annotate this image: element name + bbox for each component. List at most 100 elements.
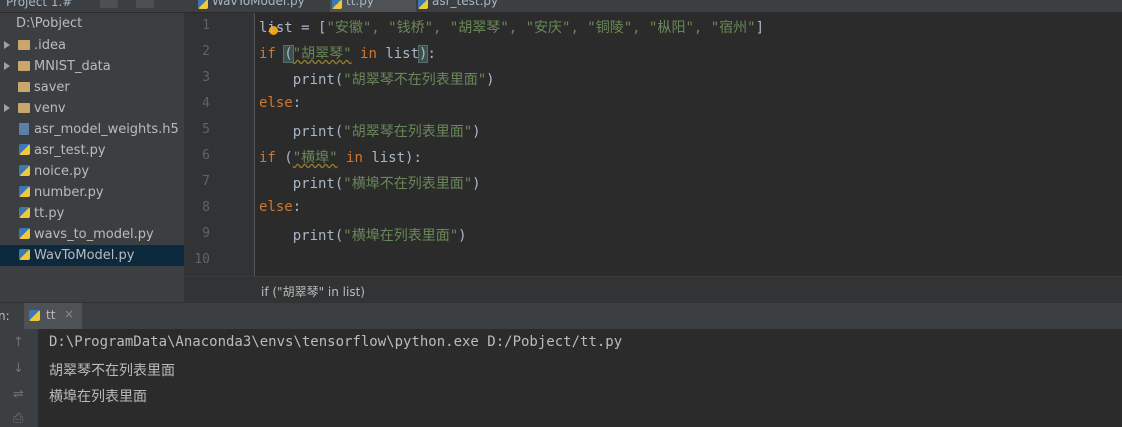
folder-icon (18, 40, 30, 50)
line-number: 6 (202, 148, 210, 163)
line-number: 3 (202, 70, 210, 85)
line-number: 4 (202, 96, 210, 111)
line-number: 1 (202, 18, 210, 33)
python-file-icon (19, 165, 30, 176)
tree-file-wavtomodel[interactable]: WavToModel.py (0, 245, 184, 266)
console-output[interactable]: D:\ProgramData\Anaconda3\envs\tensorflow… (38, 329, 1122, 427)
code-token-string: "胡翠琴不在列表里面" (343, 72, 487, 88)
collapse-button[interactable] (100, 0, 118, 8)
folder-icon (18, 61, 30, 71)
python-file-icon (19, 186, 30, 197)
breadcrumb-item[interactable]: if ("胡翠琴" in list) (261, 283, 365, 300)
tab-label: tt.py (346, 0, 374, 8)
code-token-string: "横埠在列表里面" (343, 228, 459, 244)
print-icon[interactable]: ⎙ (13, 411, 23, 426)
top-toolbar: Project 1.# WavToModel.py tt.py asr_test… (0, 0, 1122, 13)
tree-item-label: venv (34, 101, 66, 116)
console-line: 胡翠琴不在列表里面 (49, 363, 175, 379)
code-token-keyword: if (259, 46, 276, 62)
python-file-icon (198, 0, 208, 9)
code-token-op: : (413, 150, 422, 166)
code-token-string: "胡翠琴" (292, 46, 352, 62)
tree-item-label: asr_model_weights.h5 (34, 122, 179, 137)
code-token-keyword: in (360, 46, 377, 62)
tree-item-label: tt.py (34, 206, 65, 221)
python-file-icon (19, 249, 30, 260)
run-tab-tt[interactable]: tt × (24, 303, 82, 329)
soft-wrap-icon[interactable]: ⇌ (13, 387, 24, 402)
tree-file-wavs-to-model[interactable]: wavs_to_model.py (0, 224, 184, 245)
code-token-string: "胡翠琴在列表里面" (343, 124, 473, 140)
code-editor[interactable]: list = ["安徽", "钱桥", "胡翠琴", "安庆", "铜陵", "… (255, 13, 1122, 276)
code-token-op: ) (458, 228, 467, 244)
line-number: 10 (194, 252, 210, 267)
python-file-icon (418, 0, 428, 9)
code-token-op: : (292, 199, 302, 215)
python-file-icon (19, 228, 30, 239)
tab-asr-test[interactable]: asr_test.py (416, 0, 532, 12)
line-number: 9 (202, 226, 210, 241)
tree-item-label: MNIST_data (34, 59, 111, 74)
expand-arrow-icon[interactable] (4, 104, 10, 112)
project-label[interactable]: Project 1.# (6, 0, 72, 9)
code-token-var: list (385, 46, 420, 62)
tree-file-asr-test[interactable]: asr_test.py (0, 140, 184, 161)
code-token-keyword: in (346, 150, 363, 166)
code-token-function: print( (292, 124, 344, 140)
code-token-op: ] (755, 20, 765, 36)
python-file-icon (332, 0, 342, 9)
run-label: n: (0, 309, 10, 323)
code-token-op: : (427, 46, 436, 62)
tree-file-noice[interactable]: noice.py (0, 161, 184, 182)
run-tab-label: tt (46, 308, 56, 322)
code-token-paren: ( (283, 45, 294, 63)
breadcrumb: if ("胡翠琴" in list) (184, 276, 1122, 303)
run-panel-header: n: tt × (0, 302, 1122, 330)
line-number: 5 (202, 122, 210, 137)
code-line-8: else: (259, 199, 301, 215)
scroll-down-icon[interactable]: ↓ (13, 361, 24, 376)
python-file-icon (19, 144, 30, 155)
tree-item-label: number.py (34, 185, 104, 200)
code-line-2: if ("胡翠琴" in list): (259, 43, 436, 63)
tree-folder-saver[interactable]: saver (0, 77, 184, 98)
code-token-function: print( (292, 228, 344, 244)
code-token-op: : (292, 95, 302, 111)
scroll-up-icon[interactable]: ↑ (13, 335, 24, 350)
tree-item-label: saver (34, 80, 70, 95)
file-icon (19, 123, 29, 135)
code-token-string: "横埠" (292, 150, 338, 166)
code-token-op: ) (472, 176, 481, 192)
code-line-4: else: (259, 95, 301, 111)
close-icon[interactable]: × (64, 307, 74, 321)
code-token-var: list (371, 150, 406, 166)
code-token-op: ) (486, 72, 495, 88)
expand-arrow-icon[interactable] (4, 62, 10, 70)
tree-item-label: asr_test.py (34, 143, 106, 158)
console-line: 横埠在列表里面 (49, 389, 147, 405)
tree-file-number[interactable]: number.py (0, 182, 184, 203)
tree-folder-venv[interactable]: venv (0, 98, 184, 119)
python-file-icon (19, 207, 30, 218)
tree-folder-mnist[interactable]: MNIST_data (0, 56, 184, 77)
tab-tt[interactable]: tt.py (330, 0, 416, 12)
tree-item-label: .idea (34, 38, 66, 53)
tab-label: asr_test.py (432, 0, 499, 8)
folder-icon (18, 103, 30, 113)
line-number-gutter: 1 2 3 4 5 6 7 8 9 10 (184, 13, 255, 276)
expand-arrow-icon[interactable] (4, 41, 10, 49)
console-line: D:\ProgramData\Anaconda3\envs\tensorflow… (49, 334, 623, 350)
tree-root[interactable]: D:\Pobject (0, 13, 184, 34)
tree-folder-idea[interactable]: .idea (0, 35, 184, 56)
code-line-9: print("横埠在列表里面") (259, 225, 467, 245)
code-token-op: = [ (292, 20, 327, 36)
code-line-1: list = ["安徽", "钱桥", "胡翠琴", "安庆", "铜陵", "… (259, 17, 764, 37)
tree-file-h5[interactable]: asr_model_weights.h5 (0, 119, 184, 140)
code-line-7: print("横埠不在列表里面") (259, 173, 481, 193)
tab-wavtomodel[interactable]: WavToModel.py (196, 0, 330, 12)
run-toolbar: ↑ ↓ ⇌ ⎙ (0, 329, 38, 427)
tree-item-label: WavToModel.py (34, 248, 135, 263)
settings-gear-icon[interactable] (136, 0, 154, 8)
code-token-function: print( (292, 176, 344, 192)
tree-file-tt[interactable]: tt.py (0, 203, 184, 224)
